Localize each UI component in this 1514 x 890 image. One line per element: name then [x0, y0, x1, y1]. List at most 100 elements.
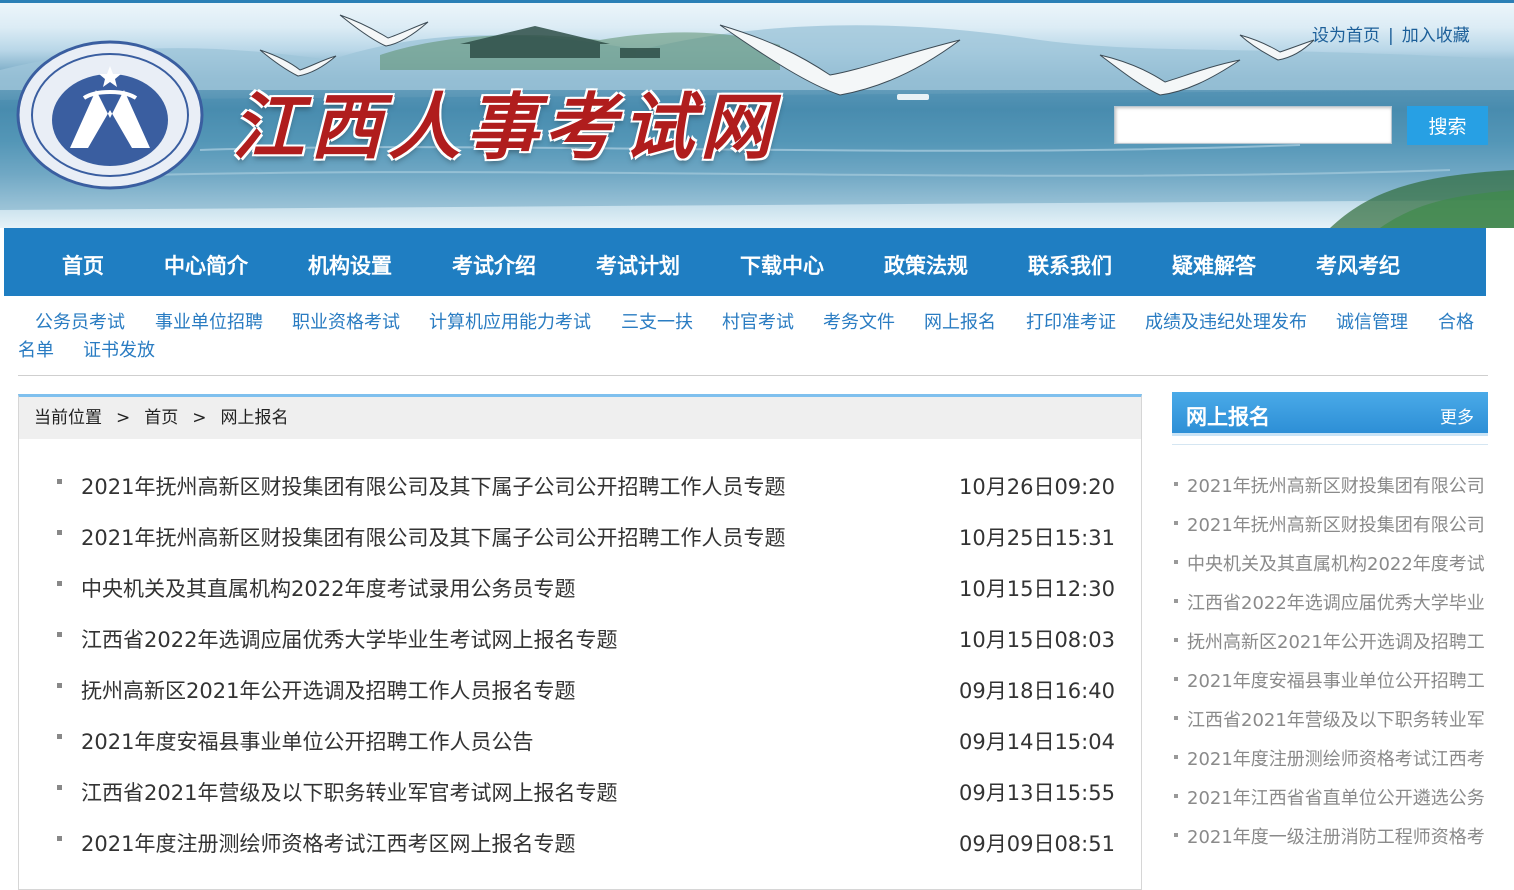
- news-title[interactable]: 抚州高新区2021年公开选调及招聘工作人员报名专题: [81, 675, 575, 705]
- bullet-icon: [57, 785, 62, 790]
- side-list-item[interactable]: 中央机关及其直属机构2022年度考试: [1172, 550, 1488, 576]
- breadcrumb-separator: >: [116, 408, 131, 428]
- nav-item-contact[interactable]: 联系我们: [1028, 250, 1112, 280]
- news-title[interactable]: 江西省2022年选调应届优秀大学毕业生考试网上报名专题: [81, 624, 617, 654]
- news-date: 09月14日15:04: [959, 730, 1115, 754]
- subnav-public-institution[interactable]: 事业单位招聘: [155, 309, 263, 337]
- side-list-item[interactable]: 2021年度安福县事业单位公开招聘工: [1172, 667, 1488, 693]
- breadcrumb-label: 当前位置: [34, 408, 102, 428]
- side-item-title[interactable]: 抚州高新区2021年公开选调及招聘工: [1187, 628, 1487, 654]
- side-item-title[interactable]: 江西省2022年选调应届优秀大学毕业: [1187, 589, 1487, 615]
- bullet-icon: [1174, 677, 1178, 681]
- bullet-icon: [1174, 482, 1178, 486]
- news-title[interactable]: 江西省2021年营级及以下职务转业军官考试网上报名专题: [81, 777, 617, 807]
- breadcrumb-home[interactable]: 首页: [144, 408, 178, 428]
- subnav-exam-documents[interactable]: 考务文件: [823, 309, 895, 337]
- side-list-item[interactable]: 2021年度一级注册消防工程师资格考: [1172, 823, 1488, 849]
- top-links: 设为首页 | 加入收藏: [1312, 21, 1470, 46]
- news-row[interactable]: 抚州高新区2021年公开选调及招聘工作人员报名专题 09月18日16:40: [19, 675, 1141, 705]
- subnav-computer-skills[interactable]: 计算机应用能力考试: [429, 309, 591, 337]
- nav-item-home[interactable]: 首页: [62, 250, 104, 280]
- bullet-icon: [1174, 794, 1178, 798]
- nav-item-exam-intro[interactable]: 考试介绍: [452, 250, 536, 280]
- subnav-online-registration[interactable]: 网上报名: [924, 309, 996, 337]
- bullet-icon: [57, 530, 62, 535]
- news-row[interactable]: 江西省2021年营级及以下职务转业军官考试网上报名专题 09月13日15:55: [19, 777, 1141, 807]
- bullet-icon: [57, 581, 62, 586]
- news-date: 10月26日09:20: [959, 475, 1115, 499]
- nav-item-discipline[interactable]: 考风考纪: [1316, 250, 1400, 280]
- breadcrumb-separator: >: [192, 408, 207, 428]
- side-list-item[interactable]: 抚州高新区2021年公开选调及招聘工: [1172, 628, 1488, 654]
- subnav-qualified-list-part1[interactable]: 合格: [1438, 309, 1474, 337]
- search-button[interactable]: 搜索: [1407, 106, 1488, 145]
- subnav-print-admission[interactable]: 打印准考证: [1026, 309, 1116, 337]
- side-panel-title: 网上报名: [1186, 405, 1270, 429]
- news-row[interactable]: 2021年度安福县事业单位公开招聘工作人员公告 09月14日15:04: [19, 726, 1141, 756]
- side-item-title[interactable]: 中央机关及其直属机构2022年度考试: [1187, 550, 1487, 576]
- bullet-icon: [1174, 560, 1178, 564]
- nav-item-about[interactable]: 中心简介: [164, 250, 248, 280]
- subnav-civil-servant[interactable]: 公务员考试: [35, 309, 125, 337]
- side-list-item[interactable]: 江西省2022年选调应届优秀大学毕业: [1172, 589, 1488, 615]
- search-input[interactable]: [1114, 106, 1392, 144]
- news-row[interactable]: 2021年度注册测绘师资格考试江西考区网上报名专题 09月09日08:51: [19, 828, 1141, 858]
- site-title: 江西人事考试网: [232, 84, 779, 169]
- news-row[interactable]: 中央机关及其直属机构2022年度考试录用公务员专题 10月15日12:30: [19, 573, 1141, 603]
- subnav-qualification[interactable]: 职业资格考试: [292, 309, 400, 337]
- news-row[interactable]: 2021年抚州高新区财投集团有限公司及其下属子公司公开招聘工作人员专题 10月2…: [19, 471, 1141, 501]
- side-item-title[interactable]: 2021年江西省省直单位公开遴选公务: [1187, 784, 1487, 810]
- set-homepage-link[interactable]: 设为首页: [1312, 26, 1380, 46]
- subnav-certificate[interactable]: 证书发放: [83, 337, 155, 365]
- bullet-icon: [57, 734, 62, 739]
- side-panel-registration: 网上报名 更多 2021年抚州高新区财投集团有限公司 2021年抚州高新区财投集…: [1172, 392, 1488, 890]
- bullet-icon: [1174, 833, 1178, 837]
- side-list-item[interactable]: 2021年抚州高新区财投集团有限公司: [1172, 511, 1488, 537]
- side-item-title[interactable]: 江西省2021年营级及以下职务转业军: [1187, 706, 1487, 732]
- side-item-title[interactable]: 2021年度安福县事业单位公开招聘工: [1187, 667, 1487, 693]
- news-row[interactable]: 2021年抚州高新区财投集团有限公司及其下属子公司公开招聘工作人员专题 10月2…: [19, 522, 1141, 552]
- side-item-title[interactable]: 2021年度一级注册消防工程师资格考: [1187, 823, 1487, 849]
- nav-item-faq[interactable]: 疑难解答: [1172, 250, 1256, 280]
- header-banner: 江西人事考试网 设为首页 | 加入收藏 搜索: [0, 0, 1514, 228]
- news-title[interactable]: 中央机关及其直属机构2022年度考试录用公务员专题: [81, 573, 575, 603]
- news-date: 10月25日15:31: [959, 526, 1115, 550]
- news-date: 10月15日12:30: [959, 577, 1115, 601]
- subnav-integrity[interactable]: 诚信管理: [1336, 309, 1408, 337]
- nav-item-downloads[interactable]: 下载中心: [740, 250, 824, 280]
- side-more-link[interactable]: 更多: [1440, 403, 1474, 428]
- bullet-icon: [1174, 755, 1178, 759]
- side-list-item[interactable]: 江西省2021年营级及以下职务转业军: [1172, 706, 1488, 732]
- bullet-icon: [57, 683, 62, 688]
- news-title[interactable]: 2021年度安福县事业单位公开招聘工作人员公告: [81, 726, 533, 756]
- subnav-scores[interactable]: 成绩及违纪处理发布: [1145, 309, 1307, 337]
- side-divider: [1172, 444, 1488, 445]
- side-list-item[interactable]: 2021年度注册测绘师资格考试江西考: [1172, 745, 1488, 771]
- add-favorite-link[interactable]: 加入收藏: [1402, 26, 1470, 46]
- side-item-title[interactable]: 2021年度注册测绘师资格考试江西考: [1187, 745, 1487, 771]
- side-item-title[interactable]: 2021年抚州高新区财投集团有限公司: [1187, 511, 1487, 537]
- bullet-icon: [57, 836, 62, 841]
- side-list-item[interactable]: 2021年抚州高新区财投集团有限公司: [1172, 472, 1488, 498]
- news-date: 09月13日15:55: [959, 781, 1115, 805]
- news-title[interactable]: 2021年抚州高新区财投集团有限公司及其下属子公司公开招聘工作人员专题: [81, 471, 785, 501]
- side-panel-header: 网上报名 更多: [1172, 392, 1488, 436]
- news-title[interactable]: 2021年度注册测绘师资格考试江西考区网上报名专题: [81, 828, 575, 858]
- side-item-title[interactable]: 2021年抚州高新区财投集团有限公司: [1187, 472, 1487, 498]
- news-date: 10月15日08:03: [959, 628, 1115, 652]
- nav-item-organization[interactable]: 机构设置: [308, 250, 392, 280]
- news-date: 09月09日08:51: [959, 832, 1115, 856]
- exam-center-logo[interactable]: [16, 40, 204, 190]
- subnav-village-official[interactable]: 村官考试: [722, 309, 794, 337]
- breadcrumb-current[interactable]: 网上报名: [221, 408, 289, 428]
- main-navigation: 首页 中心简介 机构设置 考试介绍 考试计划 下载中心 政策法规 联系我们 疑难…: [4, 228, 1486, 296]
- subnav-qualified-list-part2[interactable]: 名单: [18, 337, 54, 365]
- side-list-item[interactable]: 2021年江西省省直单位公开遴选公务: [1172, 784, 1488, 810]
- news-row[interactable]: 江西省2022年选调应届优秀大学毕业生考试网上报名专题 10月15日08:03: [19, 624, 1141, 654]
- nav-item-exam-plan[interactable]: 考试计划: [596, 250, 680, 280]
- subnav-sanzhiyifu[interactable]: 三支一扶: [621, 309, 693, 337]
- subnav-divider: [18, 375, 1488, 376]
- nav-item-policies[interactable]: 政策法规: [884, 250, 968, 280]
- bullet-icon: [1174, 716, 1178, 720]
- news-title[interactable]: 2021年抚州高新区财投集团有限公司及其下属子公司公开招聘工作人员专题: [81, 522, 785, 552]
